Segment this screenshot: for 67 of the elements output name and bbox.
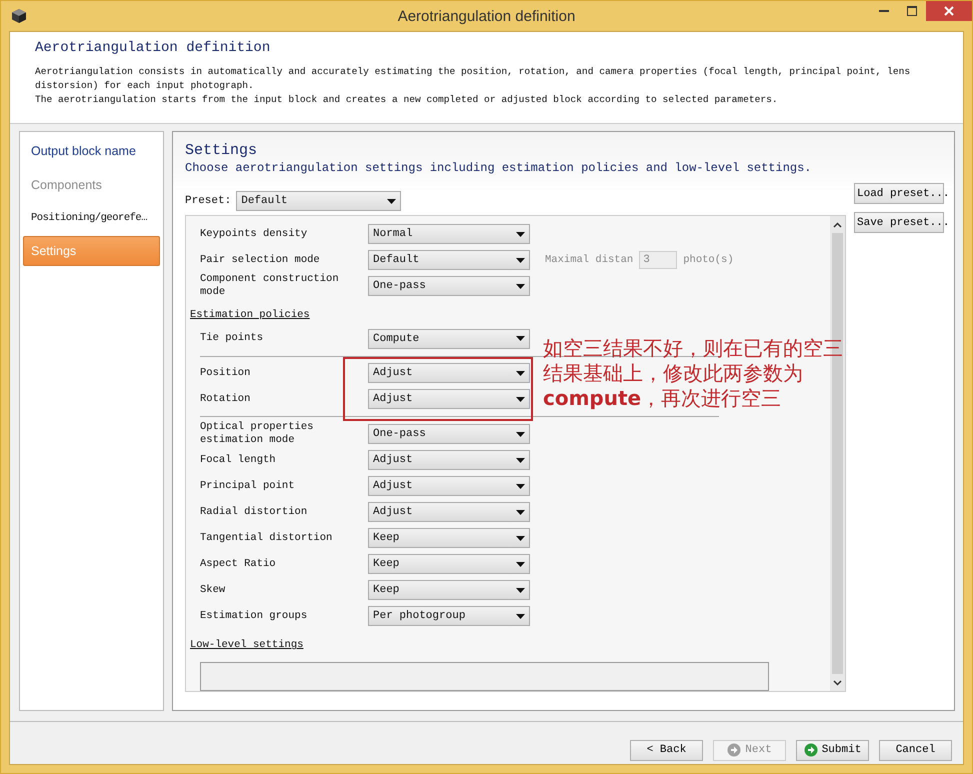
field-label: Skew [199,584,226,597]
maximize-icon [907,6,917,16]
dropdown[interactable]: Keep [368,554,530,574]
caret-icon [516,284,525,288]
caret-icon [516,258,525,262]
caret-icon [516,510,525,515]
dropdown[interactable]: Adjust [368,502,530,522]
wizard-button[interactable]: Submit [796,740,869,760]
field-label: Aspect Ratio [199,558,277,571]
scroll-down-icon[interactable] [833,680,842,686]
description-text: The aerotriangulation starts from the input block and creates a new completed or adjusted block according to selected parameters. [35,93,779,107]
annotation-text: 如空三结果不好，则在已有的空三结果基础上，修改此两参数为compute，再次进行空三 [543,336,844,411]
section-title: Settings [185,142,258,159]
field-label: Maximal distan [545,254,634,266]
window-title: Aerotriangulation definition [398,8,576,25]
dropdown[interactable]: Per photogroup [368,606,530,626]
wizard-button[interactable]: Cancel [879,740,952,760]
caret-icon [516,614,525,619]
field-label: Tie points [199,332,264,345]
field-label: Rotation [199,392,252,406]
field-label: Principal point [199,480,296,493]
preset-dropdown[interactable]: Default [236,191,402,211]
caret-icon [516,588,525,593]
caret-icon [516,562,525,567]
field-label: Tangential distortion [199,532,334,545]
caret-icon [516,432,525,437]
dropdown[interactable]: Adjust [368,450,530,470]
dropdown[interactable]: Adjust [368,363,530,384]
minimize-icon [879,10,889,12]
dropdown[interactable]: Adjust [368,476,530,496]
caret-icon [516,484,525,489]
dropdown[interactable]: Keep [368,580,530,600]
field-label: Radial distortion [199,506,308,519]
dropdown[interactable]: One-pass [368,424,530,444]
caret-icon [516,536,525,541]
section-subtitle: Choose aerotriangulation settings including estimation policies and low-level settings. [185,161,812,175]
dropdown[interactable]: Default [368,250,530,270]
page-title: Aerotriangulation definition [35,40,270,56]
sidebar-item[interactable]: Output block name [23,136,160,166]
caret-icon [516,336,525,341]
scroll-up-icon[interactable] [833,222,842,228]
field-label: Focal length [199,454,277,467]
cube-icon [11,8,27,24]
caret-icon [516,458,525,463]
close-button[interactable] [926,1,972,21]
caret-icon [516,370,525,376]
field-label: Pair selection mode [199,254,321,266]
dropdown[interactable]: Keep [368,528,530,548]
field-label: Position [199,366,252,380]
preset-label: Preset: [185,195,232,207]
field-label: Estimation groups [199,610,308,623]
unit-label: photo(s) [683,254,734,266]
section-heading: Estimation policies [190,309,310,321]
sidebar-item[interactable]: Positioning/georefe… [23,204,160,232]
dropdown[interactable]: One-pass [368,276,530,296]
field-label: Optical properties estimation mode [199,421,314,448]
caret-icon [516,396,525,402]
caret-icon [387,198,396,204]
wizard-button[interactable]: < Back [630,740,703,760]
dropdown[interactable]: Adjust [368,389,530,410]
caret-icon [516,232,525,236]
close-icon [944,6,954,16]
field-label: Keypoints density [199,228,308,240]
field-label: Component construction mode [199,273,340,299]
dropdown[interactable]: Normal [368,224,530,244]
description-text: Aerotriangulation consists in automatically and accurately estimating the position, rotation, and camera properties (focal length, principal point, lens distorsion) for each input photograph. [35,65,912,93]
dropdown[interactable]: Compute [368,328,530,348]
